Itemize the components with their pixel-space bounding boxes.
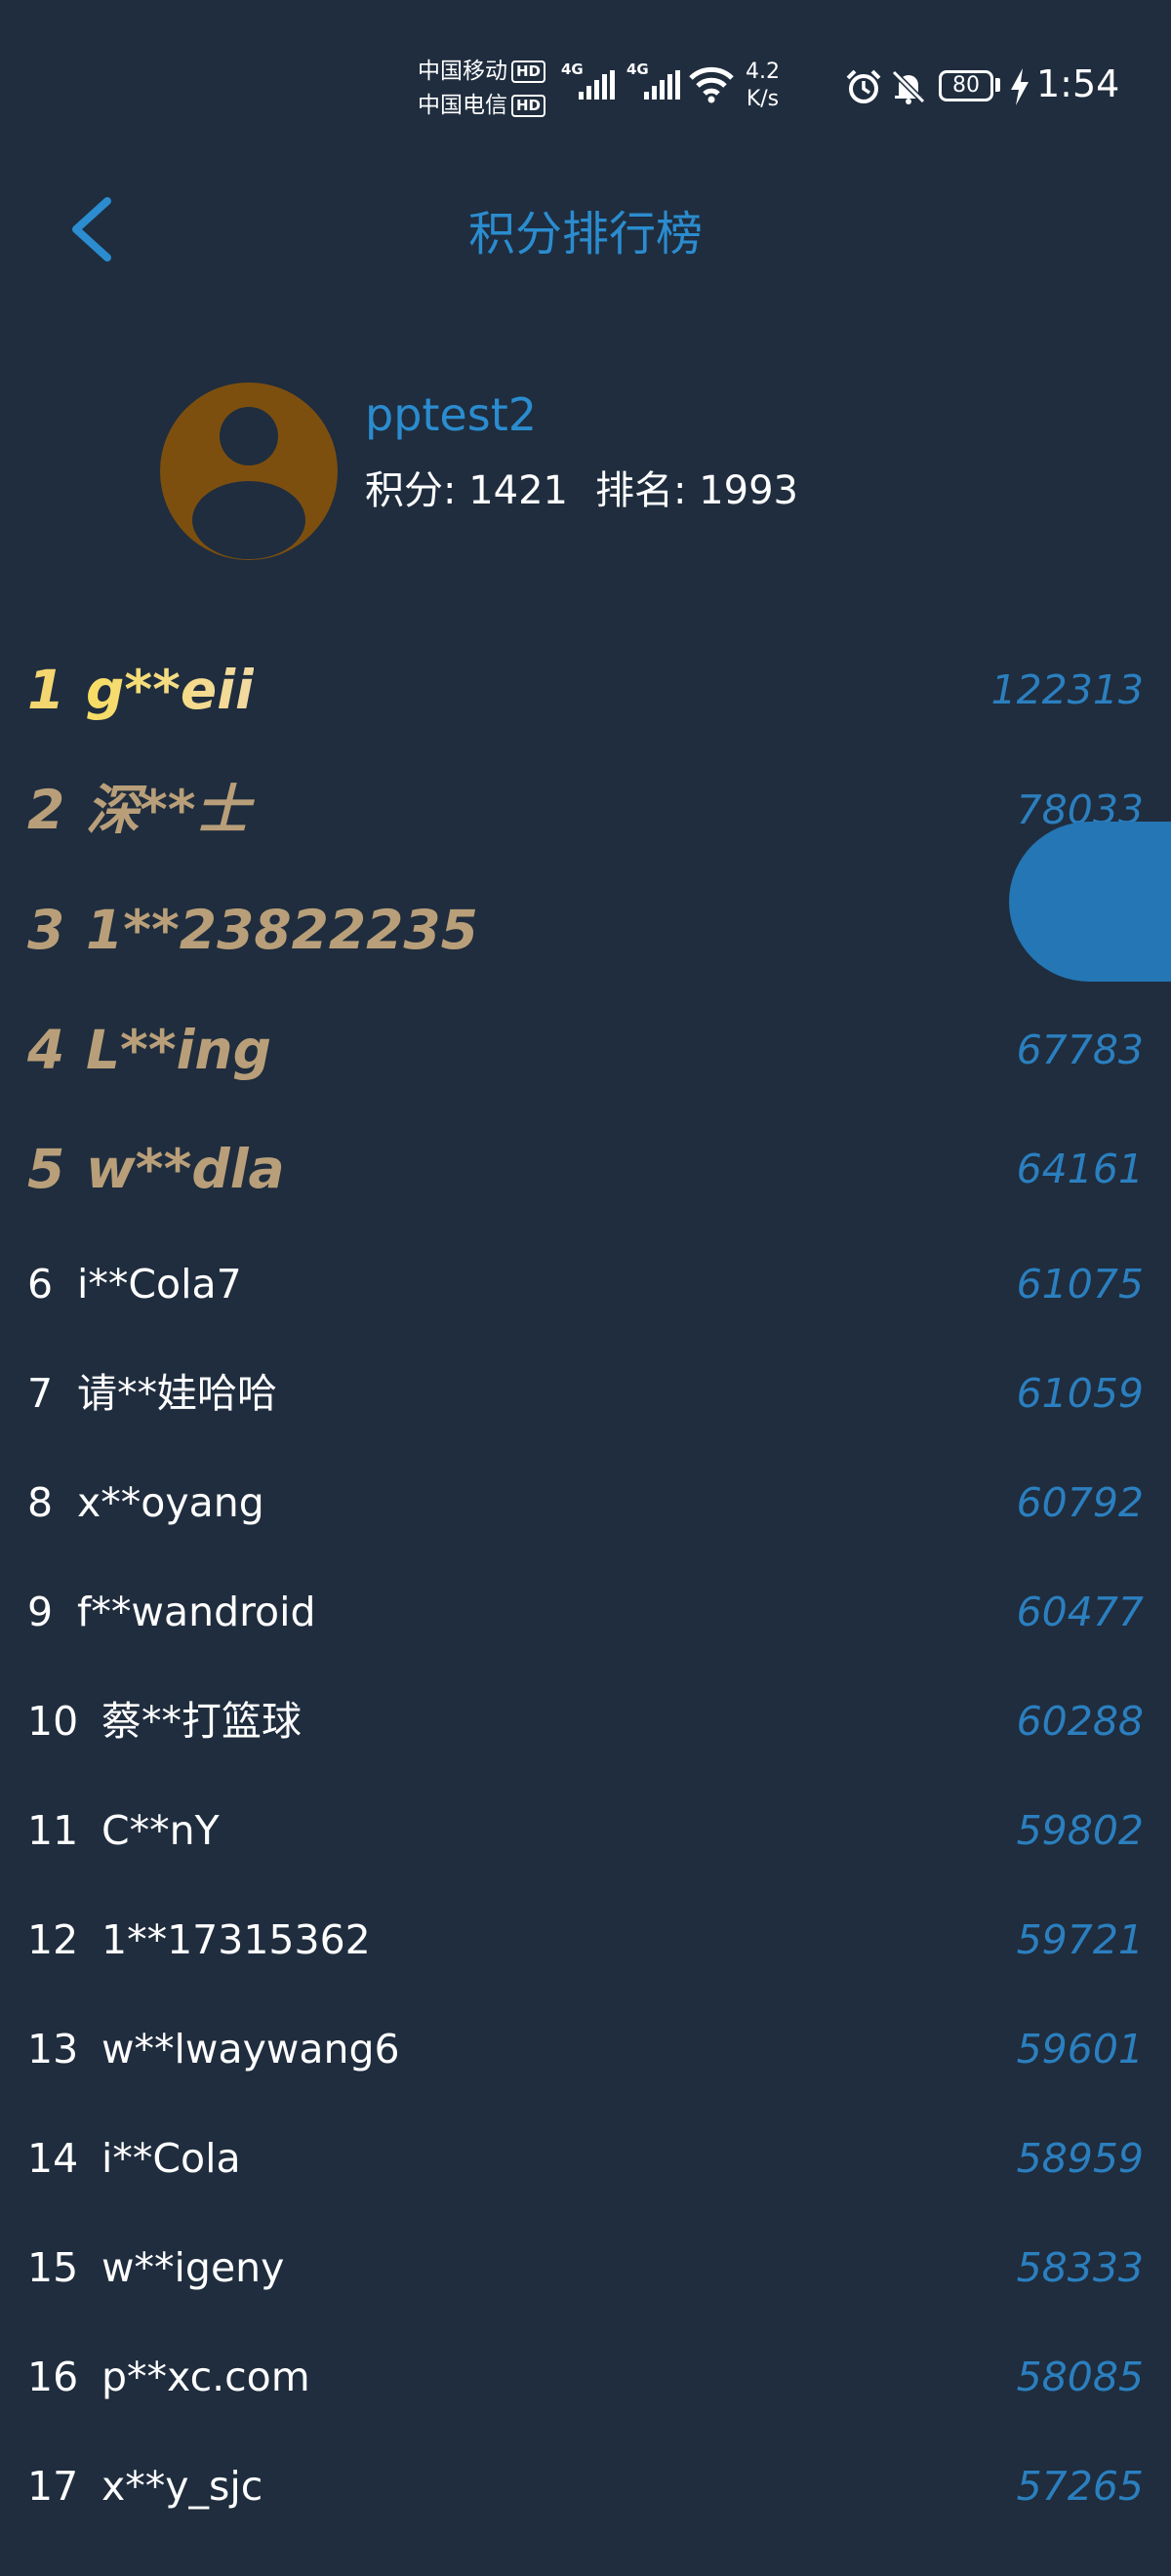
player-name: L**ing bbox=[86, 1019, 271, 1081]
player-name: i**Cola7 bbox=[77, 1261, 242, 1308]
player-score: 60477 bbox=[1016, 1589, 1144, 1635]
player-name: 1**23822235 bbox=[86, 899, 478, 961]
wifi-icon bbox=[689, 66, 734, 103]
leaderboard-row[interactable]: 3 1**23822235 bbox=[0, 891, 1171, 969]
points-value: 1421 bbox=[468, 468, 568, 513]
battery-tip bbox=[995, 78, 1000, 92]
battery-icon: 80 bbox=[939, 70, 993, 101]
leaderboard-row[interactable]: 13 w**lwaywang6 59601 bbox=[0, 2010, 1171, 2088]
speed-value: 4.2 bbox=[746, 60, 780, 84]
leaderboard-row[interactable]: 14 i**Cola 58959 bbox=[0, 2119, 1171, 2197]
username: pptest2 bbox=[365, 388, 538, 441]
rank-number: 4 bbox=[27, 1019, 65, 1081]
rank-number: 6 bbox=[27, 1261, 54, 1308]
rank-number: 16 bbox=[27, 2354, 79, 2400]
leaderboard-row[interactable]: 16 p**xc.com 58085 bbox=[0, 2338, 1171, 2416]
player-score: 57265 bbox=[1016, 2463, 1144, 2510]
player-score: 122313 bbox=[990, 666, 1144, 713]
leaderboard-row[interactable]: 4 L**ing 67783 bbox=[0, 1011, 1171, 1089]
leaderboard-row[interactable]: 5 w**dla 64161 bbox=[0, 1130, 1171, 1208]
rank-number: 14 bbox=[27, 2135, 79, 2182]
player-score: 60288 bbox=[1016, 1698, 1144, 1745]
player-score: 59601 bbox=[1016, 2026, 1144, 2073]
rank-number: 1 bbox=[27, 659, 65, 721]
hd-badge: HD bbox=[511, 60, 546, 83]
player-score: 64161 bbox=[1016, 1146, 1144, 1192]
rank-number: 11 bbox=[27, 1807, 79, 1854]
player-score: 67783 bbox=[1016, 1026, 1144, 1073]
rank-number: 8 bbox=[27, 1479, 54, 1526]
player-score: 59802 bbox=[1016, 1807, 1144, 1854]
carrier-1: 中国移动 bbox=[418, 59, 507, 84]
player-name: x**oyang bbox=[77, 1479, 264, 1526]
player-name: 请**娃哈哈 bbox=[77, 1370, 277, 1417]
player-score: 58333 bbox=[1016, 2244, 1144, 2291]
player-name: C**nY bbox=[101, 1807, 220, 1854]
player-name: w**lwaywang6 bbox=[101, 2026, 400, 2073]
leaderboard-row[interactable]: 15 w**igeny 58333 bbox=[0, 2229, 1171, 2307]
leaderboard-row[interactable]: 1 g**eii 122313 bbox=[0, 651, 1171, 729]
rank-value: 1993 bbox=[699, 468, 798, 513]
speed-unit: K/s bbox=[746, 87, 780, 111]
player-name: f**wandroid bbox=[77, 1589, 316, 1635]
rank-label: 排名: bbox=[595, 468, 687, 513]
player-score: 61059 bbox=[1016, 1370, 1144, 1417]
user-icon bbox=[192, 407, 305, 559]
player-name: w**dla bbox=[86, 1138, 285, 1200]
leaderboard-row[interactable]: 2 深**士 78033 bbox=[0, 771, 1171, 849]
page-title: 积分排行榜 bbox=[467, 207, 703, 262]
rank-number: 10 bbox=[27, 1698, 79, 1745]
player-score: 60792 bbox=[1016, 1479, 1144, 1526]
rank-number: 15 bbox=[27, 2244, 79, 2291]
player-score: 58085 bbox=[1016, 2354, 1144, 2400]
charging-bolt-icon bbox=[1011, 68, 1029, 105]
carrier-2: 中国电信 bbox=[418, 93, 507, 118]
player-name: w**igeny bbox=[101, 2244, 285, 2291]
rank-number: 12 bbox=[27, 1916, 79, 1963]
avatar bbox=[160, 382, 338, 560]
floating-action-button[interactable] bbox=[1009, 822, 1171, 982]
player-name: 1**17315362 bbox=[101, 1916, 371, 1963]
alarm-clock-icon bbox=[846, 69, 881, 103]
leaderboard-row[interactable]: 11 C**nY 59802 bbox=[0, 1791, 1171, 1870]
player-name: 蔡**打篮球 bbox=[101, 1698, 302, 1745]
leaderboard-row[interactable]: 10 蔡**打篮球 60288 bbox=[0, 1682, 1171, 1760]
player-name: g**eii bbox=[86, 651, 254, 729]
network-speed: 4.2 K/s bbox=[746, 59, 780, 113]
rank-number: 13 bbox=[27, 2026, 79, 2073]
user-stats: 积分: 1421 排名: 1993 bbox=[365, 459, 798, 515]
bell-muted-icon bbox=[891, 69, 926, 104]
hd-badge: HD bbox=[511, 95, 546, 117]
clock: 1:54 bbox=[1036, 62, 1120, 105]
leaderboard-row[interactable]: 8 x**oyang 60792 bbox=[0, 1464, 1171, 1542]
player-name: 深**士 bbox=[86, 779, 250, 841]
rank-number: 7 bbox=[27, 1370, 54, 1417]
player-name: i**Cola bbox=[101, 2135, 241, 2182]
rank-number: 5 bbox=[27, 1138, 65, 1200]
carrier-info: 中国移动 HD 中国电信 HD bbox=[418, 55, 546, 123]
player-score: 59721 bbox=[1016, 1916, 1144, 1963]
player-score: 58959 bbox=[1016, 2135, 1144, 2182]
leaderboard-row[interactable]: 12 1**17315362 59721 bbox=[0, 1901, 1171, 1979]
player-name: p**xc.com bbox=[101, 2354, 310, 2400]
rank-number: 9 bbox=[27, 1589, 54, 1635]
rank-number: 17 bbox=[27, 2463, 79, 2510]
player-name: x**y_sjc bbox=[101, 2463, 263, 2510]
rank-number: 2 bbox=[27, 779, 65, 841]
leaderboard-row[interactable]: 6 i**Cola7 61075 bbox=[0, 1245, 1171, 1323]
leaderboard-row[interactable]: 9 f**wandroid 60477 bbox=[0, 1573, 1171, 1651]
points-label: 积分: bbox=[365, 468, 457, 513]
leaderboard-row[interactable]: 17 x**y_sjc 57265 bbox=[0, 2447, 1171, 2525]
player-score: 61075 bbox=[1016, 1261, 1144, 1308]
rank-number: 3 bbox=[27, 899, 65, 961]
leaderboard-row[interactable]: 7 请**娃哈哈 61059 bbox=[0, 1354, 1171, 1432]
status-bar: 中国移动 HD 中国电信 HD 4G 4G 4.2 K/s 80 1:54 bbox=[0, 0, 1171, 166]
